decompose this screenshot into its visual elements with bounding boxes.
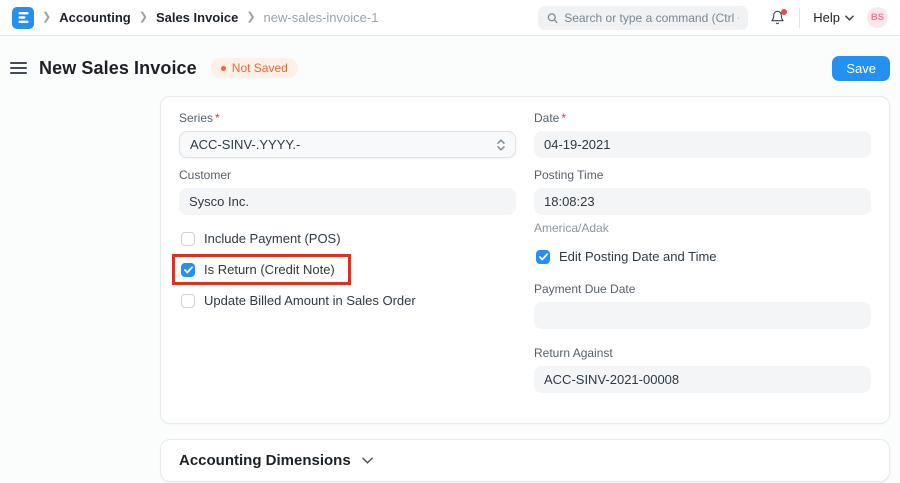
chevron-right-icon: ❯ [42, 12, 51, 23]
series-field: Series* ACC-SINV-.YYYY.- [179, 111, 516, 158]
return-against-input[interactable]: ACC-SINV-2021-00008 [534, 366, 871, 393]
check-icon [539, 253, 548, 261]
series-select[interactable]: ACC-SINV-.YYYY.- [179, 131, 516, 158]
edit-posting-label: Edit Posting Date and Time [559, 249, 717, 264]
required-asterisk: * [215, 111, 220, 125]
posting-time-field: Posting Time 18:08:23 America/Adak [534, 168, 871, 235]
customer-field: Customer Sysco Inc. [179, 168, 516, 215]
help-label: Help [813, 10, 840, 25]
notifications-button[interactable] [770, 10, 785, 25]
checkbox-unchecked-icon[interactable] [181, 294, 195, 308]
series-label: Series* [179, 111, 516, 125]
select-updown-icon [497, 139, 505, 151]
customer-label: Customer [179, 168, 516, 182]
section-accounting-dimensions[interactable]: Accounting Dimensions [160, 439, 890, 482]
status-dot-icon [221, 66, 226, 71]
posting-time-label: Posting Time [534, 168, 871, 182]
breadcrumb-accounting[interactable]: Accounting [59, 10, 131, 25]
timezone-text: America/Adak [534, 221, 871, 235]
notification-dot [781, 9, 787, 15]
menu-icon[interactable] [10, 62, 27, 74]
update-billed-label: Update Billed Amount in Sales Order [204, 293, 416, 308]
date-input[interactable]: 04-19-2021 [534, 131, 871, 158]
is-return-checkbox-row[interactable]: Is Return (Credit Note) [181, 262, 335, 277]
avatar[interactable]: BS [867, 7, 888, 28]
chevron-down-icon [845, 15, 854, 21]
return-against-field: Return Against ACC-SINV-2021-00008 [534, 346, 871, 393]
breadcrumb-sales-invoice[interactable]: Sales Invoice [156, 10, 238, 25]
page-header: New Sales Invoice Not Saved Save [0, 44, 900, 92]
app-logo-icon[interactable] [12, 7, 34, 29]
navbar-right: Help BS [538, 6, 888, 30]
status-badge: Not Saved [211, 58, 298, 78]
chevron-right-icon: ❯ [246, 12, 255, 23]
is-return-label: Is Return (Credit Note) [204, 262, 335, 277]
checkbox-group: Include Payment (POS) Is Return (Credit … [179, 225, 516, 314]
navbar: ❯ Accounting ❯ Sales Invoice ❯ new-sales… [0, 0, 900, 36]
breadcrumb: ❯ Accounting ❯ Sales Invoice ❯ new-sales… [42, 10, 378, 25]
chevron-right-icon: ❯ [139, 12, 148, 23]
search-input[interactable] [564, 11, 739, 25]
section-title: Accounting Dimensions [179, 452, 351, 469]
form-right-column: Date* 04-19-2021 Posting Time 18:08:23 A… [534, 111, 871, 403]
save-button[interactable]: Save [832, 56, 890, 81]
payment-due-date-label: Payment Due Date [534, 282, 871, 296]
navbar-divider [799, 8, 800, 28]
posting-time-input[interactable]: 18:08:23 [534, 188, 871, 215]
include-payment-checkbox-row[interactable]: Include Payment (POS) [181, 231, 341, 246]
app-window: ❯ Accounting ❯ Sales Invoice ❯ new-sales… [0, 0, 900, 483]
checkbox-unchecked-icon[interactable] [181, 232, 195, 246]
update-billed-checkbox-row[interactable]: Update Billed Amount in Sales Order [181, 293, 416, 308]
date-label: Date* [534, 111, 871, 125]
page-title: New Sales Invoice [39, 58, 197, 79]
invoice-form-card: Series* ACC-SINV-.YYYY.- Customer Sysco … [160, 96, 890, 424]
include-payment-label: Include Payment (POS) [204, 231, 341, 246]
breadcrumb-current: new-sales-invoice-1 [264, 10, 379, 25]
help-menu[interactable]: Help [813, 10, 854, 25]
form-left-column: Series* ACC-SINV-.YYYY.- Customer Sysco … [179, 111, 516, 403]
return-against-label: Return Against [534, 346, 871, 360]
customer-input[interactable]: Sysco Inc. [179, 188, 516, 215]
edit-posting-checkbox-row[interactable]: Edit Posting Date and Time [536, 249, 717, 264]
payment-due-date-field: Payment Due Date [534, 282, 871, 329]
series-value: ACC-SINV-.YYYY.- [190, 137, 300, 152]
check-icon [184, 266, 193, 274]
search-bar[interactable] [538, 6, 748, 30]
search-icon [547, 12, 558, 24]
payment-due-date-input[interactable] [534, 302, 871, 329]
status-badge-label: Not Saved [232, 61, 288, 75]
checkbox-checked-icon[interactable] [181, 263, 195, 277]
date-field: Date* 04-19-2021 [534, 111, 871, 158]
main-content: Series* ACC-SINV-.YYYY.- Customer Sysco … [0, 92, 900, 483]
checkbox-checked-icon[interactable] [536, 250, 550, 264]
erpnext-logo-icon [17, 11, 30, 24]
chevron-down-icon [362, 457, 373, 464]
required-asterisk: * [561, 111, 566, 125]
